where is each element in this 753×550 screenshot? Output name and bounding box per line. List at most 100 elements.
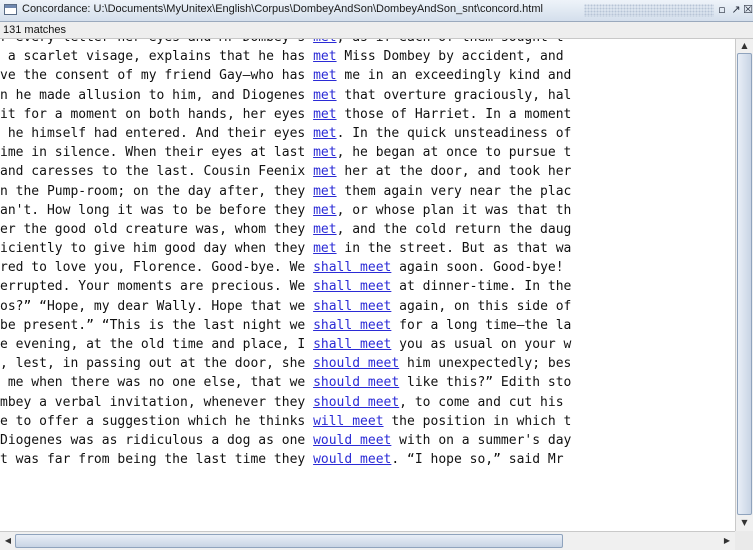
match-link[interactable]: would meet xyxy=(313,452,391,467)
left-context: he himself had entered. And their eyes xyxy=(0,125,314,141)
concordance-row: it for a moment on both hands, her eyes … xyxy=(0,105,571,124)
concordance-row: be present.” “This is the last night we … xyxy=(0,316,571,335)
window-titlebar[interactable]: Concordance: U:\Documents\MyUnitex\Engli… xyxy=(0,0,753,22)
right-context: in the street. But as that wa xyxy=(336,241,572,257)
right-context: . In the quick unsteadiness of xyxy=(336,125,572,141)
left-context: mbey a verbal invitation, whenever they xyxy=(0,394,314,410)
left-context: ve the consent of my friend Gay—who has xyxy=(0,68,314,84)
right-context: me in an exceedingly kind and xyxy=(336,68,572,84)
right-context: . “I hope so,” said Mr xyxy=(391,452,564,468)
match-link[interactable]: met xyxy=(313,145,336,160)
left-context: os?” “Hope, my dear Wally. Hope that we xyxy=(0,298,314,314)
concordance-pane[interactable]: r every letter her eyes and Mr Dombey's … xyxy=(0,39,735,531)
match-link[interactable]: should meet xyxy=(313,375,399,390)
match-link[interactable]: met xyxy=(313,203,336,218)
concordance-row: t was far from being the last time they … xyxy=(0,450,571,469)
window-icon xyxy=(4,4,17,15)
concordance-row: n the Pump-room; on the day after, they … xyxy=(0,182,571,201)
match-count: 131 matches xyxy=(0,22,753,39)
right-context: you as usual on your w xyxy=(391,337,572,352)
horizontal-scroll-thumb[interactable] xyxy=(15,534,563,548)
match-link[interactable]: met xyxy=(313,126,336,141)
match-link[interactable]: met xyxy=(313,107,336,122)
right-context: those of Harriet. In a moment xyxy=(336,106,572,122)
concordance-row: Diogenes was as ridiculous a dog as one … xyxy=(0,431,571,450)
match-link[interactable]: met xyxy=(313,39,336,45)
vertical-scrollbar[interactable]: ▲ ▼ xyxy=(735,39,753,531)
concordance-row: , lest, in passing out at the door, she … xyxy=(0,354,571,373)
match-link[interactable]: met xyxy=(313,68,336,83)
left-context: and caresses to the last. Cousin Feenix xyxy=(0,164,314,180)
match-link[interactable]: should meet xyxy=(313,356,399,371)
close-icon[interactable]: ☒ xyxy=(743,3,753,17)
match-link[interactable]: would meet xyxy=(313,433,391,448)
concordance-row: errupted. Your moments are precious. We … xyxy=(0,277,571,296)
titlebar-grip xyxy=(584,4,714,17)
left-context: red to love you, Florence. Good-bye. We xyxy=(0,260,314,276)
right-context: , to come and cut his xyxy=(399,394,564,410)
match-link[interactable]: shall meet xyxy=(313,279,391,294)
concordance-row: n he made allusion to him, and Diogenes … xyxy=(0,86,571,105)
concordance-lines: r every letter her eyes and Mr Dombey's … xyxy=(0,39,571,469)
match-link[interactable]: shall meet xyxy=(313,299,391,314)
left-context: errupted. Your moments are precious. We xyxy=(0,279,314,295)
left-context: t was far from being the last time they xyxy=(0,452,314,468)
right-context: again soon. Good-bye! xyxy=(391,260,564,276)
concordance-row: an't. How long it was to be before they … xyxy=(0,201,571,220)
left-context: it for a moment on both hands, her eyes xyxy=(0,106,314,122)
right-context: them again very near the plac xyxy=(336,183,572,199)
match-link[interactable]: shall meet xyxy=(313,260,391,275)
right-context: , as if each of them sought t xyxy=(337,39,564,45)
scroll-up-icon[interactable]: ▲ xyxy=(737,40,752,52)
scroll-left-icon[interactable]: ◀ xyxy=(1,534,15,548)
match-link[interactable]: will meet xyxy=(313,414,383,429)
concordance-row: me when there was no one else, that we s… xyxy=(0,373,572,392)
left-context: me when there was no one else, that we xyxy=(0,375,314,391)
left-context: ime in silence. When their eyes at last xyxy=(0,145,314,161)
vertical-scroll-thumb[interactable] xyxy=(737,53,752,515)
maximize-icon[interactable]: ↗ xyxy=(729,3,743,17)
right-context: like this?” Edith sto xyxy=(399,375,572,391)
concordance-row: mbey a verbal invitation, whenever they … xyxy=(0,393,571,412)
concordance-row: e to offer a suggestion which he thinks … xyxy=(0,412,571,431)
right-context: at dinner-time. In the xyxy=(391,279,572,295)
left-context: a scarlet visage, explains that he has xyxy=(0,49,314,65)
right-context: , or whose plan it was that th xyxy=(336,202,572,218)
match-link[interactable]: met xyxy=(313,88,336,103)
concordance-row: he himself had entered. And their eyes m… xyxy=(0,124,572,143)
match-link[interactable]: met xyxy=(313,184,336,199)
scrollbar-corner xyxy=(735,531,753,550)
right-context: him unexpectedly; bes xyxy=(399,356,572,372)
right-context: , he began at once to pursue t xyxy=(336,145,572,161)
right-context: that overture graciously, hal xyxy=(336,87,572,103)
match-link[interactable]: shall meet xyxy=(313,318,391,333)
match-link[interactable]: met xyxy=(313,49,336,64)
left-context: an't. How long it was to be before they xyxy=(0,202,314,218)
match-link[interactable]: met xyxy=(313,222,336,237)
concordance-row: iciently to give him good day when they … xyxy=(0,239,571,258)
window-title: Concordance: U:\Documents\MyUnitex\Engli… xyxy=(22,3,543,15)
scroll-right-icon[interactable]: ▶ xyxy=(720,534,734,548)
concordance-row: red to love you, Florence. Good-bye. We … xyxy=(0,258,571,277)
concordance-row: os?” “Hope, my dear Wally. Hope that we … xyxy=(0,297,571,316)
match-link[interactable]: met xyxy=(313,241,336,256)
match-link[interactable]: should meet xyxy=(313,395,399,410)
right-context: Miss Dombey by accident, and xyxy=(336,49,564,65)
concordance-row: er the good old creature was, whom they … xyxy=(0,220,571,239)
horizontal-scrollbar[interactable]: ◀ ▶ xyxy=(0,531,735,550)
left-context: n the Pump-room; on the day after, they xyxy=(0,183,314,199)
right-context: her at the door, and took her xyxy=(336,164,572,180)
right-context: again, on this side of xyxy=(391,298,572,314)
left-context: r every letter her eyes and Mr Dombey's xyxy=(0,39,313,45)
right-context: with on a summer's day xyxy=(391,432,572,448)
left-context: Diogenes was as ridiculous a dog as one xyxy=(0,432,314,448)
left-context: iciently to give him good day when they xyxy=(0,241,314,257)
right-context: the position in which t xyxy=(383,413,572,429)
concordance-row: e evening, at the old time and place, I … xyxy=(0,335,571,354)
match-link[interactable]: shall meet xyxy=(313,337,391,352)
scroll-down-icon[interactable]: ▼ xyxy=(737,517,752,529)
minimize-icon[interactable]: ▫ xyxy=(715,3,729,17)
right-context: for a long time—the la xyxy=(391,317,572,333)
concordance-row: and caresses to the last. Cousin Feenix … xyxy=(0,162,571,181)
match-link[interactable]: met xyxy=(313,164,336,179)
